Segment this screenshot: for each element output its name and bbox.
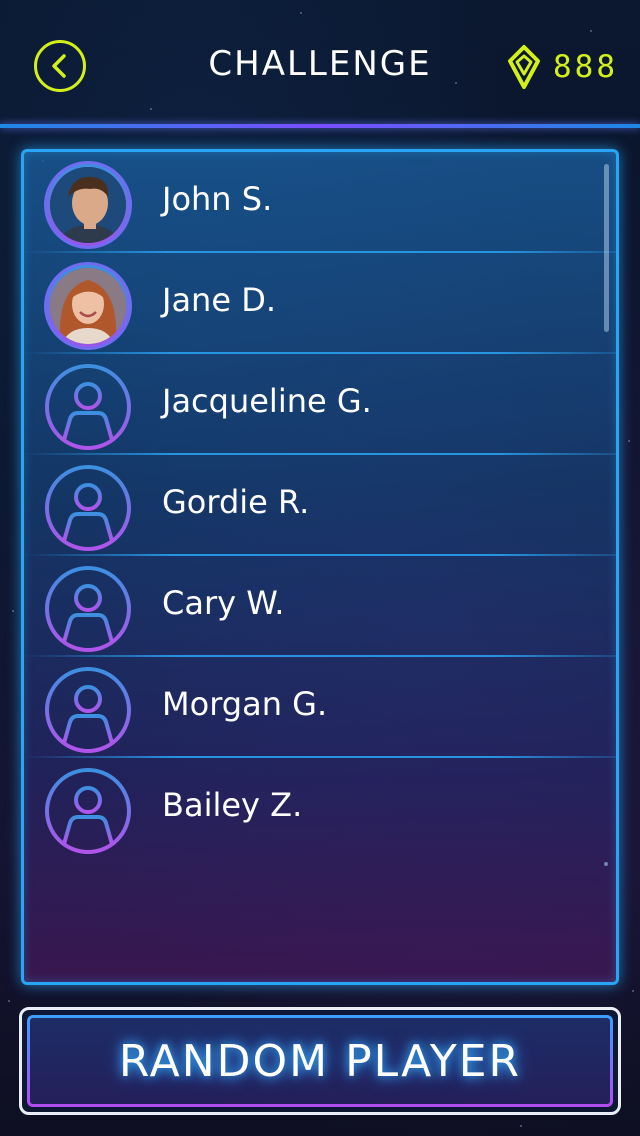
avatar — [44, 464, 132, 552]
player-row[interactable]: Jacqueline G. — [24, 354, 616, 455]
player-name: Jane D. — [162, 281, 276, 319]
user-icon — [45, 465, 131, 551]
player-name: Bailey Z. — [162, 786, 303, 824]
avatar — [44, 666, 132, 754]
gem-count: 888 — [553, 49, 618, 85]
gem-balance: 888 — [507, 44, 618, 90]
player-photo — [50, 268, 126, 344]
player-list: John S. Jane D. Jacqueline G. Gordie R. … — [24, 152, 616, 859]
player-row[interactable]: John S. — [24, 152, 616, 253]
player-row[interactable]: Jane D. — [24, 253, 616, 354]
avatar — [44, 161, 132, 249]
avatar — [44, 565, 132, 653]
player-name: Gordie R. — [162, 483, 310, 521]
random-player-button[interactable]: RANDOM PLAYER — [19, 1007, 621, 1115]
player-name: Cary W. — [162, 584, 285, 622]
scrollbar[interactable] — [604, 164, 609, 332]
random-player-button-face: RANDOM PLAYER — [27, 1015, 613, 1107]
header-divider — [0, 124, 640, 128]
user-icon — [45, 667, 131, 753]
user-icon — [45, 364, 131, 450]
player-row[interactable]: Bailey Z. — [24, 758, 616, 859]
avatar — [44, 262, 132, 350]
user-icon — [45, 768, 131, 854]
avatar — [44, 767, 132, 855]
random-player-label: RANDOM PLAYER — [118, 1035, 522, 1087]
top-bar: CHALLENGE 888 — [0, 0, 640, 124]
player-row[interactable]: Gordie R. — [24, 455, 616, 556]
player-name: John S. — [162, 180, 273, 218]
avatar — [44, 363, 132, 451]
player-row[interactable]: Morgan G. — [24, 657, 616, 758]
player-name: Morgan G. — [162, 685, 328, 723]
user-icon — [45, 566, 131, 652]
scrollbar-end-marker — [604, 862, 608, 866]
player-row[interactable]: Cary W. — [24, 556, 616, 657]
player-photo — [50, 167, 126, 243]
player-list-panel: John S. Jane D. Jacqueline G. Gordie R. … — [21, 149, 619, 985]
gem-icon — [508, 45, 540, 89]
player-name: Jacqueline G. — [162, 382, 372, 420]
